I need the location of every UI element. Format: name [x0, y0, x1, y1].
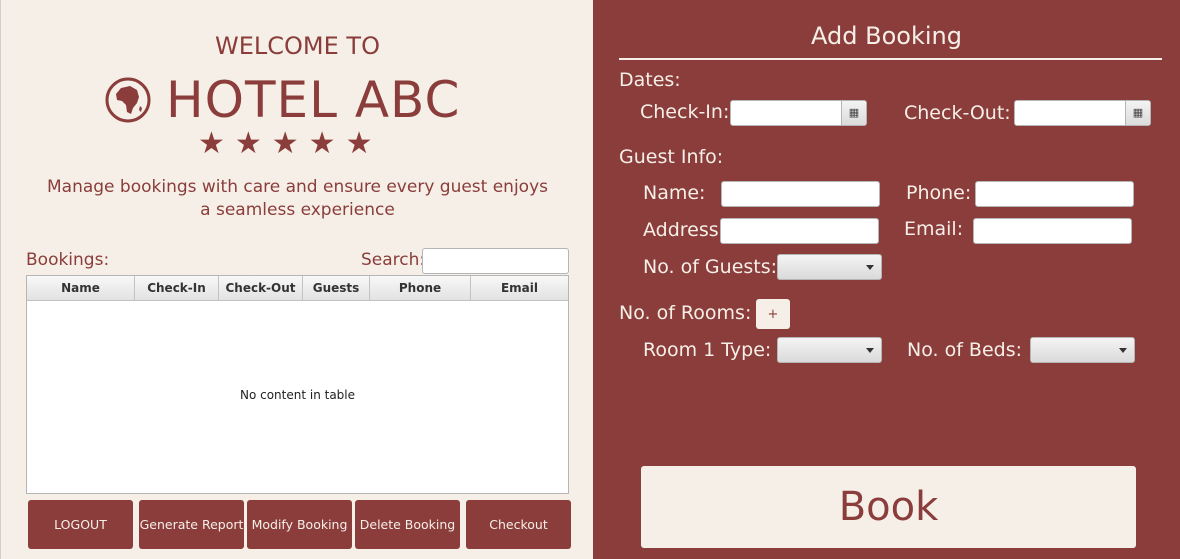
phone-input[interactable] — [975, 181, 1134, 207]
phone-label: Phone: — [906, 182, 972, 204]
chevron-down-icon — [866, 265, 874, 270]
book-button[interactable]: Book — [641, 466, 1136, 548]
name-label: Name: — [643, 182, 706, 204]
dates-label: Dates: — [619, 69, 681, 91]
form-title: Add Booking — [811, 22, 962, 50]
room-1-type-label: Room 1 Type: — [643, 339, 772, 361]
check-in-date-picker[interactable]: ▦ — [730, 100, 867, 126]
check-out-label: Check-Out: — [904, 102, 1011, 124]
address-input[interactable] — [720, 218, 879, 244]
add-room-button[interactable]: + — [756, 299, 790, 329]
room-1-type-select[interactable] — [777, 337, 882, 363]
guests-label: No. of Guests: — [643, 256, 778, 278]
bookings-table[interactable]: Name Check-In Check-Out Guests Phone Ema… — [26, 275, 569, 494]
tagline: Manage bookings with care and ensure eve… — [46, 177, 549, 220]
column-header-check-in[interactable]: Check-In — [135, 276, 219, 300]
column-header-name[interactable]: Name — [27, 276, 135, 300]
email-label: Email: — [904, 218, 964, 240]
search-input[interactable] — [422, 248, 569, 274]
welcome-heading: WELCOME TO — [215, 32, 380, 60]
email-input[interactable] — [973, 218, 1132, 244]
calendar-icon[interactable]: ▦ — [1125, 101, 1150, 125]
hotel-logo: HOTEL ABC — [104, 70, 460, 130]
search-label: Search: — [361, 250, 426, 270]
column-header-check-out[interactable]: Check-Out — [219, 276, 303, 300]
address-label: Address: — [643, 219, 726, 241]
guests-select[interactable] — [777, 254, 882, 280]
checkout-button[interactable]: Checkout — [466, 500, 571, 549]
modify-booking-button[interactable]: Modify Booking — [247, 500, 352, 549]
generate-report-button[interactable]: Generate Report — [139, 500, 244, 549]
globe-icon — [105, 77, 151, 123]
rooms-label: No. of Rooms: — [619, 302, 752, 324]
chevron-down-icon — [1119, 348, 1127, 353]
calendar-icon[interactable]: ▦ — [841, 101, 866, 125]
logout-button[interactable]: LOGOUT — [28, 500, 133, 549]
beds-label: No. of Beds: — [907, 339, 1023, 361]
title-divider — [619, 58, 1162, 60]
name-input[interactable] — [721, 181, 880, 207]
empty-table-message: No content in table — [239, 388, 356, 402]
bookings-label: Bookings: — [26, 250, 110, 270]
hotel-name: HOTEL ABC — [166, 71, 461, 129]
add-booking-panel: Add Booking Dates: Check-In: ▦ Check-Out… — [593, 0, 1180, 559]
column-header-email[interactable]: Email — [471, 276, 568, 300]
column-header-phone[interactable]: Phone — [370, 276, 471, 300]
bookings-panel: WELCOME TO HOTEL ABC ★★★★★ Manage bookin… — [0, 0, 593, 559]
beds-select[interactable] — [1030, 337, 1135, 363]
guest-info-label: Guest Info: — [619, 146, 724, 168]
column-header-guests[interactable]: Guests — [303, 276, 370, 300]
table-header: Name Check-In Check-Out Guests Phone Ema… — [27, 276, 568, 301]
check-in-label: Check-In: — [640, 101, 730, 123]
chevron-down-icon — [866, 348, 874, 353]
delete-booking-button[interactable]: Delete Booking — [355, 500, 460, 549]
star-rating: ★★★★★ — [198, 126, 383, 161]
check-out-date-picker[interactable]: ▦ — [1014, 100, 1151, 126]
